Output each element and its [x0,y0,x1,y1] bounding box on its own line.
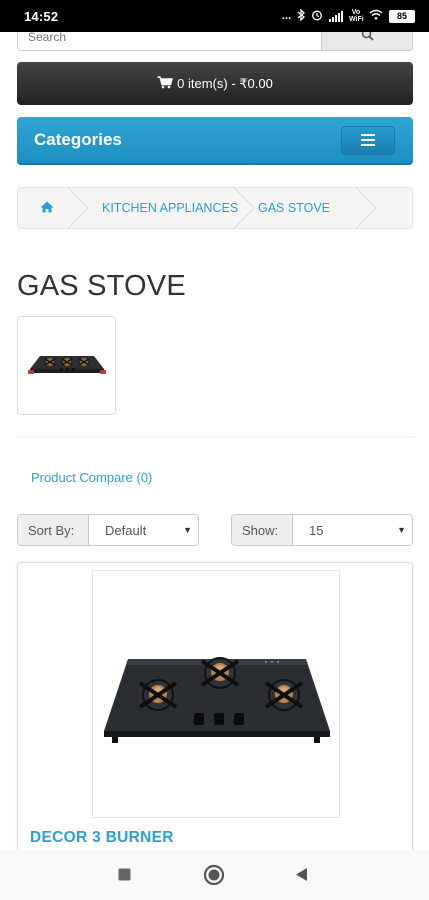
sort-select[interactable]: Default ▼ [89,515,198,545]
categories-bar[interactable]: Categories [17,117,413,165]
signal-icon [329,10,343,22]
product-image[interactable] [92,570,340,818]
breadcrumb: KITCHEN APPLIANCES GAS STOVE [17,187,413,229]
notification-dots: ... [281,10,291,22]
breadcrumb-label: GAS STOVE [258,201,331,215]
home-button[interactable] [203,864,225,891]
battery-level: 85 [396,11,407,21]
vowifi-label: Vo WiFi [349,9,364,23]
hamburger-icon-line [361,139,375,141]
cart-summary: 0 item(s) - ₹0.00 [177,75,273,91]
burner-center [200,657,240,689]
sort-label: Sort By: [18,515,89,545]
breadcrumb-gas-stove[interactable]: GAS STOVE [242,188,378,228]
battery-icon: 85 [389,9,415,23]
menu-toggle-button[interactable] [341,125,395,155]
sort-control: Sort By: Default ▼ [17,514,199,546]
hamburger-icon-line [361,134,375,136]
breadcrumb-home[interactable] [18,188,90,228]
show-value: 15 [309,522,324,538]
divider [17,436,413,437]
product-card: DECOR 3 BURNER [17,562,413,862]
burner-left [138,679,178,711]
page-title: GAS STOVE [17,270,186,302]
square-icon [118,868,131,886]
gas-stove-image [104,657,330,743]
show-label: Show: [232,515,293,545]
product-name-link[interactable]: DECOR 3 BURNER [30,829,174,847]
show-control: Show: 15 ▼ [231,514,413,546]
status-time: 14:52 [24,8,59,24]
category-image[interactable] [17,316,116,415]
gas-stove-thumbnail [27,355,106,374]
cart-button[interactable]: 0 item(s) - ₹0.00 [17,62,413,105]
product-compare-link[interactable]: Product Compare (0) [31,470,152,485]
cart-icon [157,75,174,92]
hamburger-icon-line [361,144,375,146]
status-bar: 14:52 ... Vo WiFi 85 [0,0,429,32]
categories-title: Categories [34,130,122,149]
alarm-icon [311,9,323,24]
wifi-icon [369,9,383,23]
bluetooth-icon [297,7,305,24]
sort-value: Default [105,522,147,538]
status-icons: ... Vo WiFi 85 [281,7,415,24]
breadcrumb-separator [328,188,378,228]
recents-button[interactable] [118,868,131,886]
caret-down-icon: ▼ [183,525,192,535]
burner-right [264,679,304,711]
circle-icon [203,864,225,891]
system-nav-bar [0,850,429,900]
show-select[interactable]: 15 ▼ [293,515,412,545]
back-button[interactable] [295,867,308,887]
caret-down-icon: ▼ [397,525,406,535]
back-triangle-icon [295,867,308,887]
breadcrumb-kitchen-appliances[interactable]: KITCHEN APPLIANCES [76,188,256,228]
